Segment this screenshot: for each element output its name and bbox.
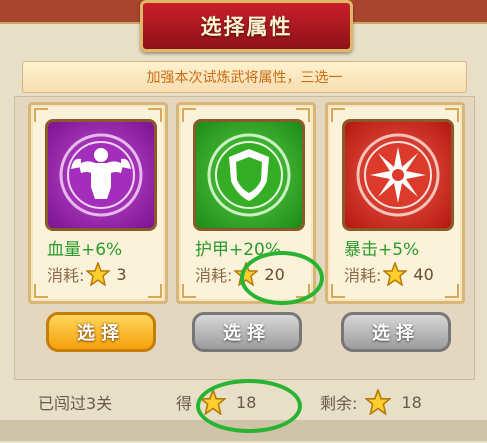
star-icon [200, 389, 227, 415]
corner-ornament [34, 108, 48, 122]
star-icon [86, 262, 111, 286]
option-card-armor[interactable]: 护甲+20% 消耗: 20 [176, 102, 316, 304]
select-button-armor[interactable]: 选择 [192, 312, 302, 352]
critical-burst-icon [342, 119, 454, 231]
earned-stars: 得 18 [176, 384, 256, 420]
cost-label: 消耗: [195, 266, 233, 285]
page-title: 选择属性 [140, 0, 353, 52]
remaining-label: 剩余: [320, 394, 358, 413]
cost-row: 消耗: 3 [47, 262, 127, 286]
cost-row: 消耗: 20 [195, 262, 285, 286]
remaining-value: 18 [401, 392, 422, 412]
star-icon [365, 389, 392, 415]
notice-banner: 加强本次试炼武将属性，三选一 [22, 61, 467, 93]
cost-value: 20 [264, 264, 285, 284]
footer-bar: 已闯过3关 得 18 剩余: 18 [0, 384, 487, 420]
corner-ornament [148, 284, 162, 298]
attr-text: 护甲+20% [195, 240, 282, 260]
attr-text: 暴击+5% [344, 240, 420, 260]
corner-ornament [182, 108, 196, 122]
shield-icon [193, 119, 305, 231]
corner-ornament [182, 284, 196, 298]
cost-label: 消耗: [344, 266, 382, 285]
select-button-crit[interactable]: 选择 [341, 312, 451, 352]
corner-ornament [331, 284, 345, 298]
corner-ornament [331, 108, 345, 122]
corner-ornament [296, 284, 310, 298]
remaining-stars: 剩余: 18 [320, 384, 422, 420]
star-icon [383, 262, 408, 286]
earned-label: 得 [176, 394, 193, 413]
cost-value: 40 [413, 264, 434, 284]
cost-row: 消耗: 40 [344, 262, 434, 286]
option-card-hp[interactable]: 血量+6% 消耗: 3 [28, 102, 168, 304]
muscle-body-icon [45, 119, 157, 231]
cost-value: 3 [116, 264, 127, 284]
option-card-crit[interactable]: 暴击+5% 消耗: 40 [325, 102, 465, 304]
corner-ornament [445, 284, 459, 298]
bottom-edge [0, 420, 487, 441]
stages-passed-text: 已闯过3关 [38, 394, 113, 413]
star-icon [234, 262, 259, 286]
select-button-hp[interactable]: 选择 [46, 312, 156, 352]
cost-label: 消耗: [47, 266, 85, 285]
corner-ornament [34, 284, 48, 298]
attr-text: 血量+6% [47, 240, 123, 260]
earned-value: 18 [236, 392, 257, 412]
